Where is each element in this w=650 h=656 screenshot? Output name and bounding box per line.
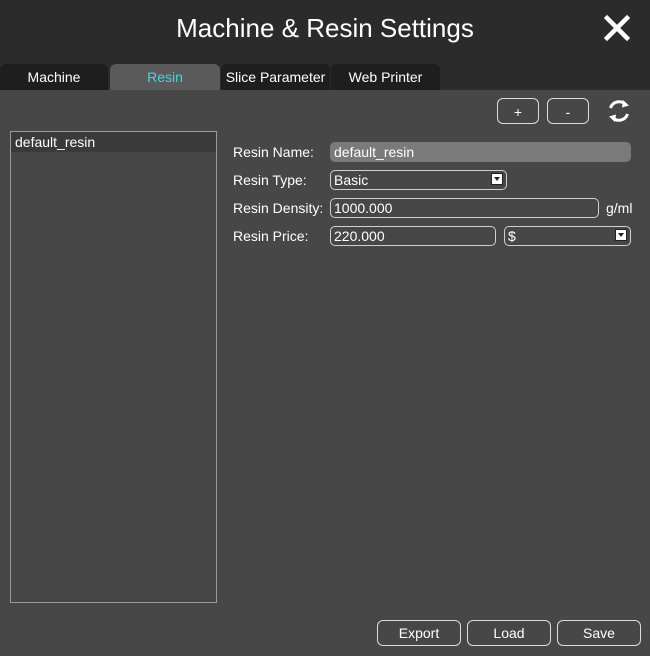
resin-type-label: Resin Type: (233, 172, 307, 188)
refresh-icon (609, 100, 629, 122)
tab-bar: Machine Resin Slice Parameter Web Printe… (0, 58, 650, 90)
add-resin-button[interactable]: + (497, 98, 539, 124)
close-button[interactable] (601, 12, 633, 44)
title-bar: Machine & Resin Settings (0, 0, 650, 58)
resin-name-label: Resin Name: (233, 144, 314, 160)
close-icon (603, 14, 631, 42)
tab-resin[interactable]: Resin (110, 64, 220, 90)
resin-type-select[interactable]: Basic (330, 170, 507, 190)
save-button[interactable]: Save (557, 620, 641, 646)
resin-type-value: Basic (334, 172, 369, 188)
window-title: Machine & Resin Settings (176, 13, 474, 43)
chevron-down-icon (615, 229, 627, 241)
tab-machine[interactable]: Machine (0, 64, 108, 90)
resin-density-field[interactable] (330, 198, 599, 218)
resin-list[interactable]: default_resin (10, 131, 217, 603)
currency-select[interactable]: $ (504, 226, 631, 246)
density-unit: g/ml (606, 200, 633, 216)
export-button[interactable]: Export (377, 620, 461, 646)
resin-density-label: Resin Density: (233, 200, 324, 216)
resin-price-label: Resin Price: (233, 228, 309, 244)
resin-price-field[interactable] (330, 226, 496, 246)
chevron-down-icon (491, 173, 503, 185)
refresh-button[interactable] (605, 97, 633, 125)
remove-resin-button[interactable]: - (547, 98, 589, 124)
tab-web-printer[interactable]: Web Printer (331, 64, 440, 90)
list-item[interactable]: default_resin (11, 132, 216, 152)
resin-name-field[interactable] (330, 142, 631, 162)
tab-slice-parameter[interactable]: Slice Parameter (221, 64, 330, 90)
load-button[interactable]: Load (467, 620, 551, 646)
currency-value: $ (508, 228, 516, 244)
